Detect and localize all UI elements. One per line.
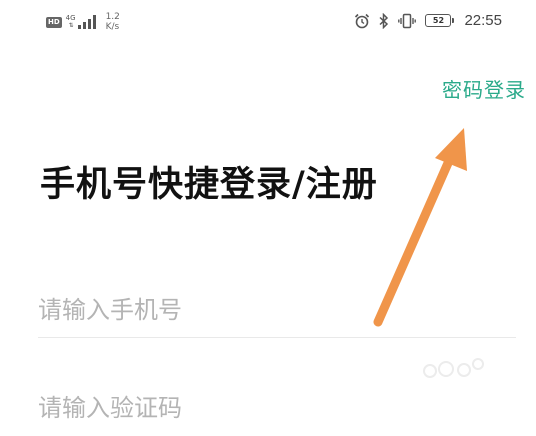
annotation-arrow-icon xyxy=(373,128,467,327)
password-login-link[interactable]: 密码登录 xyxy=(442,74,526,103)
battery-level: 52 xyxy=(432,16,445,25)
network-activity-icon: ⇅ xyxy=(68,22,74,29)
page-title: 手机号快捷登录/注册 xyxy=(40,165,378,205)
verification-code-input[interactable] xyxy=(38,380,516,436)
battery-icon: 52 xyxy=(425,14,455,27)
hd-badge: HD xyxy=(46,16,62,28)
network-speed: 1.2 K/s xyxy=(106,12,120,32)
status-time: 22:55 xyxy=(464,12,502,29)
network-type: 4G ⇅ xyxy=(66,14,76,30)
network-speed-unit: K/s xyxy=(105,22,120,32)
status-bar: HD 4G ⇅ 1.2 K/s 52 22:55 xyxy=(0,0,536,44)
signal-strength-icon xyxy=(77,15,96,29)
status-bar-left: HD 4G ⇅ 1.2 K/s xyxy=(46,12,120,32)
vibrate-icon xyxy=(398,13,417,28)
network-type-label: 4G xyxy=(65,14,76,22)
status-bar-right: 52 22:55 xyxy=(354,12,502,29)
watermark-icon xyxy=(423,358,484,378)
network-speed-value: 1.2 xyxy=(105,12,120,22)
alarm-icon xyxy=(355,13,370,28)
code-field xyxy=(38,380,516,436)
bluetooth-icon xyxy=(379,12,389,29)
